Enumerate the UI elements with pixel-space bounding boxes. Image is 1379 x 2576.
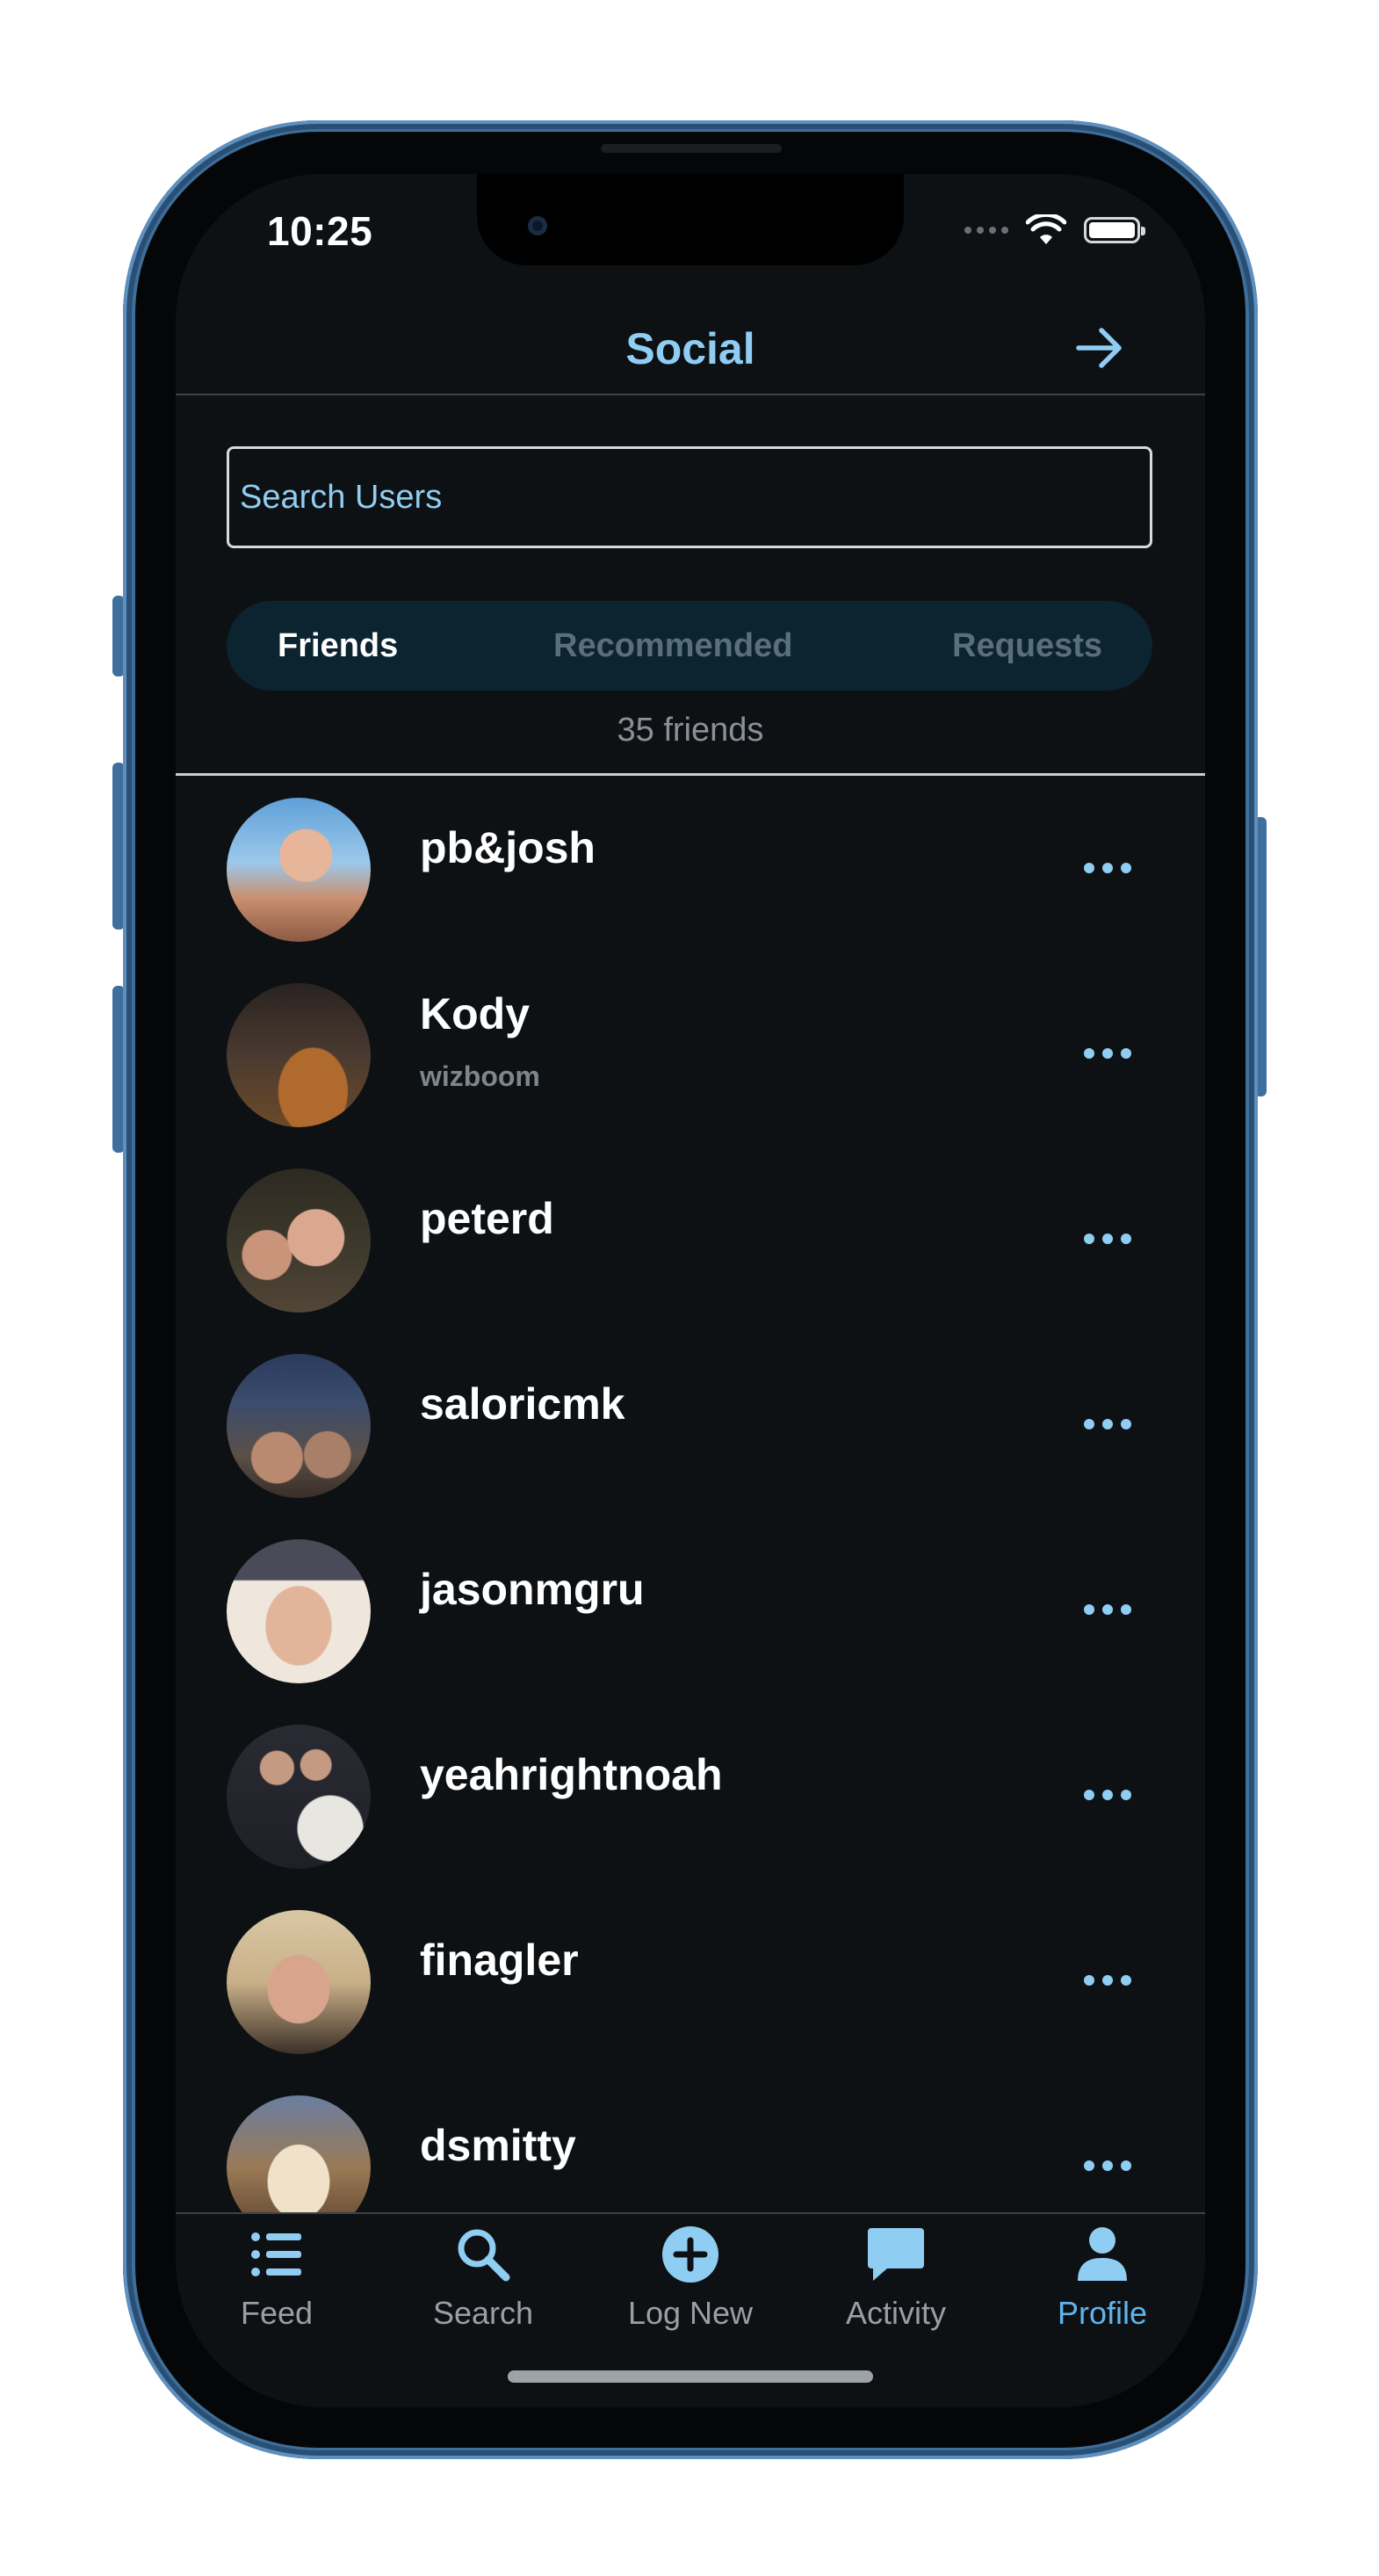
list-item[interactable]: finagler (176, 1889, 1205, 2074)
plus-circle-icon (662, 2226, 718, 2283)
earpiece-speaker (601, 144, 782, 153)
list-icon (251, 2232, 301, 2276)
search-input[interactable] (229, 449, 1150, 546)
status-time: 10:25 (267, 208, 373, 254)
avatar[interactable] (227, 1354, 371, 1498)
home-indicator[interactable] (508, 2370, 873, 2383)
list-item[interactable]: Kody wizboom (176, 962, 1205, 1147)
battery-icon (1084, 217, 1145, 243)
avatar[interactable] (227, 983, 371, 1127)
avatar[interactable] (227, 1539, 371, 1683)
avatar[interactable] (227, 1725, 371, 1869)
cellular-signal-icon (964, 227, 1008, 234)
more-options-icon[interactable] (1082, 1045, 1133, 1062)
tab-feed-label: Feed (240, 2295, 314, 2331)
chat-bubble-icon (868, 2228, 924, 2281)
friend-name[interactable]: pb&josh (420, 822, 596, 873)
friend-name[interactable]: dsmitty (420, 2120, 576, 2171)
more-options-icon[interactable] (1082, 1972, 1133, 1989)
tab-feed[interactable]: Feed (189, 2225, 365, 2332)
tab-requests[interactable]: Requests (952, 601, 1102, 691)
avatar[interactable] (227, 2095, 371, 2212)
list-item[interactable]: pb&josh (176, 777, 1205, 962)
friends-count: 35 friends (617, 712, 764, 749)
arrow-right-icon[interactable] (1073, 322, 1126, 374)
tab-activity[interactable]: Activity (808, 2225, 984, 2332)
front-camera (528, 216, 547, 235)
search-icon (458, 2229, 510, 2282)
tab-friends[interactable]: Friends (278, 601, 398, 691)
friend-name[interactable]: jasonmgru (420, 1564, 645, 1615)
list-item[interactable]: peterd (176, 1147, 1205, 1333)
tab-log-new-label: Log New (627, 2295, 754, 2331)
segmented-tabs: Friends Recommended Requests (227, 601, 1152, 691)
more-options-icon[interactable] (1082, 1601, 1133, 1618)
more-options-icon[interactable] (1082, 1415, 1133, 1433)
list-item[interactable]: saloricmk (176, 1333, 1205, 1518)
friends-list[interactable]: pb&josh Kody wizboom peterd saloricmk ja… (176, 777, 1205, 2212)
status-icons (964, 214, 1145, 246)
phone-screen: 10:25 Social Friends Recommended Request… (176, 174, 1205, 2407)
avatar[interactable] (227, 1169, 371, 1313)
tab-search-label: Search (432, 2295, 534, 2331)
friend-name[interactable]: yeahrightnoah (420, 1749, 722, 1800)
divider (176, 773, 1205, 776)
page-title: Social (625, 324, 755, 373)
tab-log-new[interactable]: Log New (603, 2225, 778, 2332)
friend-name[interactable]: finagler (420, 1935, 579, 1986)
nav-header: Social (176, 306, 1205, 395)
more-options-icon[interactable] (1082, 859, 1133, 877)
more-options-icon[interactable] (1082, 1786, 1133, 1804)
more-options-icon[interactable] (1082, 1230, 1133, 1248)
more-options-icon[interactable] (1082, 2157, 1133, 2174)
notch (477, 174, 904, 265)
avatar[interactable] (227, 1910, 371, 2054)
friend-name[interactable]: Kody (420, 988, 530, 1039)
list-item[interactable]: yeahrightnoah (176, 1704, 1205, 1889)
search-box (227, 446, 1152, 548)
friend-name[interactable]: saloricmk (420, 1378, 625, 1429)
tab-search[interactable]: Search (395, 2225, 571, 2332)
avatar[interactable] (227, 798, 371, 942)
tab-profile[interactable]: Profile (1014, 2225, 1190, 2332)
tab-activity-label: Activity (845, 2295, 946, 2331)
tab-profile-label: Profile (1057, 2295, 1148, 2331)
person-icon (1078, 2227, 1127, 2281)
tab-recommended[interactable]: Recommended (553, 601, 792, 691)
list-item[interactable]: jasonmgru (176, 1518, 1205, 1704)
wifi-icon (1026, 214, 1066, 244)
list-item[interactable]: dsmitty (176, 2074, 1205, 2212)
friend-username: wizboom (420, 1060, 540, 1092)
friend-name[interactable]: peterd (420, 1193, 554, 1244)
